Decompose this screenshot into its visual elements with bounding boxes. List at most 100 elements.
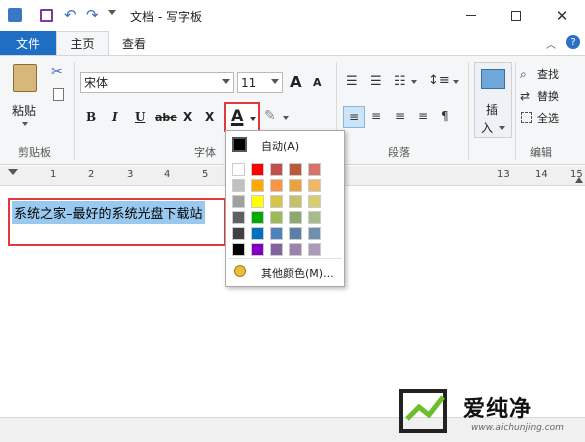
- save-icon[interactable]: [40, 9, 53, 22]
- bullets-icon[interactable]: ☷: [394, 74, 406, 89]
- highlighter-icon[interactable]: ✎: [264, 108, 276, 124]
- more-colors-option[interactable]: 其他颜色(M)...: [261, 265, 334, 281]
- redo-icon[interactable]: ↷: [86, 6, 99, 24]
- ribbon-tab-bar: 文件 主页 查看 ︿ ?: [0, 31, 585, 55]
- watermark-url: www.aichunjing.com: [471, 423, 564, 433]
- ruler-mark: 2: [88, 169, 95, 180]
- watermark-text: 爱纯净: [463, 397, 533, 422]
- color-swatch[interactable]: [232, 163, 245, 176]
- increase-indent-icon[interactable]: ☰: [370, 74, 382, 89]
- select-all-button[interactable]: 全选: [537, 110, 559, 126]
- highlighter-dropdown-icon[interactable]: [283, 116, 289, 120]
- color-swatch[interactable]: [232, 243, 245, 256]
- decrease-indent-icon[interactable]: ☰: [346, 74, 358, 89]
- color-swatch[interactable]: [308, 163, 321, 176]
- line-spacing-icon[interactable]: ↕≡: [428, 73, 450, 88]
- find-icon: ⌕: [520, 67, 527, 81]
- paragraph-settings-icon[interactable]: ¶: [441, 109, 449, 123]
- copy-icon[interactable]: [53, 88, 64, 101]
- maximize-button[interactable]: [493, 0, 539, 31]
- color-swatch[interactable]: [308, 227, 321, 240]
- auto-color-swatch[interactable]: [232, 137, 247, 152]
- align-left-button[interactable]: ≡: [343, 106, 365, 128]
- tab-file[interactable]: 文件: [0, 31, 56, 55]
- strikethrough-button[interactable]: abc: [155, 111, 177, 124]
- superscript-button[interactable]: X: [205, 110, 214, 124]
- align-left-icon: ≡: [348, 110, 360, 124]
- color-swatch[interactable]: [289, 195, 302, 208]
- quick-access-dropdown-icon[interactable]: [108, 10, 116, 15]
- color-swatch[interactable]: [289, 227, 302, 240]
- minimize-icon: [466, 15, 476, 16]
- chevron-down-icon: [271, 79, 279, 84]
- align-center-icon[interactable]: ≡: [371, 109, 381, 123]
- color-swatch[interactable]: [289, 163, 302, 176]
- maximize-icon: [511, 10, 521, 21]
- color-swatch[interactable]: [270, 163, 283, 176]
- align-right-icon[interactable]: ≡: [395, 109, 405, 123]
- color-swatch[interactable]: [251, 211, 264, 224]
- collapse-ribbon-icon[interactable]: ︿: [546, 36, 556, 51]
- color-swatch[interactable]: [308, 243, 321, 256]
- shrink-font-button[interactable]: A: [313, 76, 322, 89]
- app-icon: [8, 8, 22, 22]
- color-swatch[interactable]: [251, 163, 264, 176]
- color-swatch[interactable]: [251, 179, 264, 192]
- clipboard-icon: [13, 64, 37, 92]
- cut-icon[interactable]: ✂: [51, 64, 63, 80]
- tab-home[interactable]: 主页: [56, 31, 109, 55]
- color-swatch[interactable]: [232, 227, 245, 240]
- indent-marker-icon[interactable]: [8, 169, 18, 175]
- color-swatch[interactable]: [289, 211, 302, 224]
- grow-font-button[interactable]: A: [290, 73, 302, 91]
- auto-color-option[interactable]: 自动(A): [261, 138, 299, 154]
- justify-icon[interactable]: ≡: [418, 109, 428, 123]
- color-swatch[interactable]: [232, 195, 245, 208]
- color-swatch[interactable]: [289, 179, 302, 192]
- tab-view[interactable]: 查看: [111, 31, 157, 55]
- text-color-icon: A: [231, 106, 244, 125]
- color-swatch[interactable]: [251, 195, 264, 208]
- find-button[interactable]: 查找: [537, 66, 559, 82]
- font-family-select[interactable]: 宋体: [80, 72, 234, 93]
- replace-button[interactable]: 替换: [537, 88, 559, 104]
- insert-button[interactable]: 插 入: [474, 62, 512, 138]
- italic-button[interactable]: I: [112, 110, 118, 124]
- color-swatch[interactable]: [308, 179, 321, 192]
- paste-button[interactable]: 粘贴: [8, 62, 42, 132]
- undo-icon[interactable]: ↶: [64, 6, 77, 24]
- menu-divider: [228, 258, 342, 259]
- color-swatch[interactable]: [289, 243, 302, 256]
- ruler-mark: 1: [50, 169, 57, 180]
- bold-button[interactable]: B: [86, 110, 96, 124]
- color-swatch[interactable]: [232, 211, 245, 224]
- color-swatch[interactable]: [270, 243, 283, 256]
- clipboard-group-label: 剪贴板: [18, 146, 51, 159]
- minimize-button[interactable]: [448, 0, 494, 31]
- font-size-select[interactable]: 11: [237, 72, 283, 93]
- right-margin-marker-icon[interactable]: [575, 177, 583, 183]
- edit-group-label: 编辑: [530, 146, 552, 159]
- ruler-mark: 4: [164, 169, 171, 180]
- picture-icon: [481, 69, 505, 89]
- bullets-dropdown-icon[interactable]: [411, 80, 417, 84]
- text-color-menu: 自动(A) 其他颜色(M)...: [225, 130, 345, 287]
- color-swatch[interactable]: [270, 195, 283, 208]
- replace-icon: ⇄: [520, 89, 531, 103]
- line-spacing-dropdown-icon[interactable]: [453, 80, 459, 84]
- underline-button[interactable]: U: [135, 110, 145, 124]
- color-swatch[interactable]: [232, 179, 245, 192]
- color-swatch[interactable]: [270, 179, 283, 192]
- close-button[interactable]: ✕: [539, 0, 585, 31]
- help-icon[interactable]: ?: [566, 35, 580, 49]
- color-swatch[interactable]: [308, 211, 321, 224]
- color-swatch[interactable]: [270, 227, 283, 240]
- color-swatch[interactable]: [251, 243, 264, 256]
- chevron-down-icon: [499, 126, 505, 130]
- color-swatch[interactable]: [270, 211, 283, 224]
- insert-label-2: 入: [481, 121, 494, 135]
- subscript-button[interactable]: X: [183, 110, 192, 124]
- selection-highlight-box: [8, 198, 226, 246]
- color-swatch[interactable]: [308, 195, 321, 208]
- color-swatch[interactable]: [251, 227, 264, 240]
